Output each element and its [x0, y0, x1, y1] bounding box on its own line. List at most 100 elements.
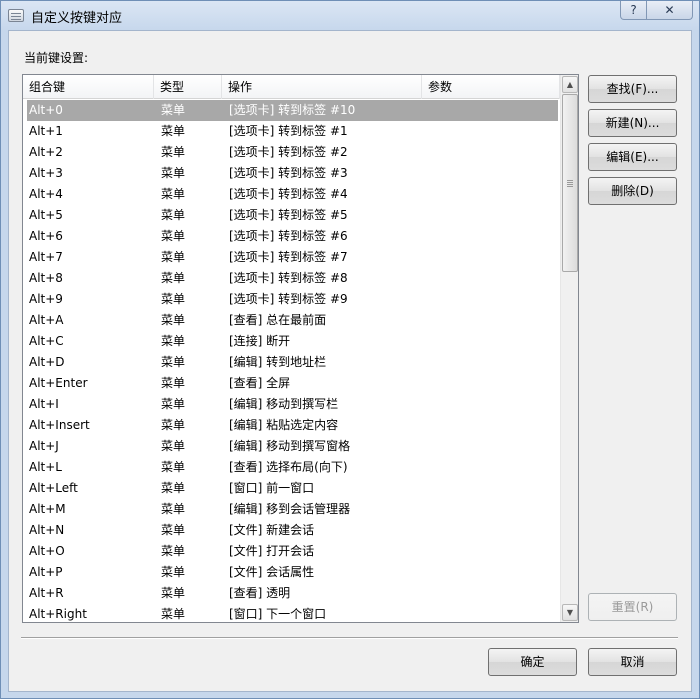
param-cell: [426, 436, 558, 457]
edit-button[interactable]: 编辑(E)...: [588, 143, 677, 171]
action-cell: [编辑] 粘贴选定内容: [229, 418, 339, 432]
table-row[interactable]: Alt+A 菜单 [查看] 总在最前面: [27, 310, 558, 331]
action-cell: [查看] 选择布局(向下): [229, 460, 348, 474]
table-row[interactable]: Alt+6 菜单 [选项卡] 转到标签 #6: [27, 226, 558, 247]
key-cell: Alt+C: [29, 334, 64, 348]
param-cell: [426, 226, 558, 247]
column-header-type[interactable]: 类型: [154, 75, 222, 99]
type-cell: 菜单: [161, 565, 186, 579]
key-cell: Alt+D: [29, 355, 65, 369]
key-cell: Alt+7: [29, 250, 63, 264]
table-row[interactable]: Alt+3 菜单 [选项卡] 转到标签 #3: [27, 163, 558, 184]
param-cell: [426, 541, 558, 562]
title-bar[interactable]: 自定义按键对应 ? ✕: [1, 1, 699, 29]
param-cell: [426, 289, 558, 310]
table-row[interactable]: Alt+O 菜单 [文件] 打开会话: [27, 541, 558, 562]
key-cell: Alt+Insert: [29, 418, 90, 432]
table-row[interactable]: Alt+8 菜单 [选项卡] 转到标签 #8: [27, 268, 558, 289]
table-row[interactable]: Alt+R 菜单 [查看] 透明: [27, 583, 558, 604]
param-cell: [426, 100, 558, 121]
table-row[interactable]: Alt+Insert 菜单 [编辑] 粘贴选定内容: [27, 415, 558, 436]
key-cell: Alt+9: [29, 292, 63, 306]
type-cell: 菜单: [161, 502, 186, 516]
table-row[interactable]: Alt+0 菜单 [选项卡] 转到标签 #10: [27, 100, 558, 121]
param-cell: [426, 247, 558, 268]
reset-button[interactable]: 重置(R): [588, 593, 677, 621]
action-cell: [编辑] 移动到撰写窗格: [229, 439, 351, 453]
list-rows: Alt+0 菜单 [选项卡] 转到标签 #10 Alt+1 菜单 [选项卡] 转到标签 #…: [27, 100, 558, 622]
key-cell: Alt+M: [29, 502, 66, 516]
table-row[interactable]: Alt+5 菜单 [选项卡] 转到标签 #5: [27, 205, 558, 226]
help-button[interactable]: ?: [620, 1, 647, 20]
scrollbar-thumb[interactable]: [562, 94, 578, 272]
window-title: 自定义按键对应: [31, 11, 123, 26]
vertical-scrollbar[interactable]: ▲ ▼: [560, 75, 578, 622]
find-button[interactable]: 查找(F)...: [588, 75, 677, 103]
column-header-param[interactable]: 参数: [422, 75, 560, 99]
new-button[interactable]: 新建(N)...: [588, 109, 677, 137]
action-cell: [选项卡] 转到标签 #7: [229, 250, 348, 264]
scroll-up-icon[interactable]: ▲: [562, 76, 578, 93]
param-cell: [426, 331, 558, 352]
type-cell: 菜单: [161, 523, 186, 537]
key-cell: Alt+P: [29, 565, 63, 579]
table-row[interactable]: Alt+4 菜单 [选项卡] 转到标签 #4: [27, 184, 558, 205]
type-cell: 菜单: [161, 334, 186, 348]
table-row[interactable]: Alt+M 菜单 [编辑] 移到会话管理器: [27, 499, 558, 520]
table-row[interactable]: Alt+N 菜单 [文件] 新建会话: [27, 520, 558, 541]
param-cell: [426, 562, 558, 583]
param-cell: [426, 520, 558, 541]
action-cell: [文件] 会话属性: [229, 565, 315, 579]
table-row[interactable]: Alt+L 菜单 [查看] 选择布局(向下): [27, 457, 558, 478]
action-cell: [编辑] 移到会话管理器: [229, 502, 351, 516]
action-cell: [连接] 断开: [229, 334, 291, 348]
key-mapping-list[interactable]: 组合键 类型 操作 参数 Alt+0 菜单 [选项卡] 转到标签 #10 Alt+1 菜…: [22, 74, 579, 623]
key-cell: Alt+2: [29, 145, 63, 159]
table-row[interactable]: Alt+9 菜单 [选项卡] 转到标签 #9: [27, 289, 558, 310]
title-buttons: ? ✕: [620, 1, 693, 21]
type-cell: 菜单: [161, 544, 186, 558]
action-cell: [编辑] 转到地址栏: [229, 355, 327, 369]
table-row[interactable]: Alt+Left 菜单 [窗口] 前一窗口: [27, 478, 558, 499]
cancel-button[interactable]: 取消: [588, 648, 677, 676]
type-cell: 菜单: [161, 313, 186, 327]
param-cell: [426, 499, 558, 520]
action-cell: [选项卡] 转到标签 #5: [229, 208, 348, 222]
table-row[interactable]: Alt+I 菜单 [编辑] 移动到撰写栏: [27, 394, 558, 415]
action-cell: [选项卡] 转到标签 #9: [229, 292, 348, 306]
param-cell: [426, 457, 558, 478]
key-cell: Alt+5: [29, 208, 63, 222]
table-row[interactable]: Alt+J 菜单 [编辑] 移动到撰写窗格: [27, 436, 558, 457]
ok-button[interactable]: 确定: [488, 648, 577, 676]
table-row[interactable]: Alt+7 菜单 [选项卡] 转到标签 #7: [27, 247, 558, 268]
type-cell: 菜单: [161, 481, 186, 495]
table-row[interactable]: Alt+C 菜单 [连接] 断开: [27, 331, 558, 352]
table-row[interactable]: Alt+1 菜单 [选项卡] 转到标签 #1: [27, 121, 558, 142]
action-cell: [查看] 全屏: [229, 376, 291, 390]
action-cell: [选项卡] 转到标签 #8: [229, 271, 348, 285]
action-cell: [选项卡] 转到标签 #10: [229, 103, 356, 117]
key-cell: Alt+J: [29, 439, 59, 453]
column-header-action[interactable]: 操作: [222, 75, 422, 99]
key-cell: Alt+A: [29, 313, 64, 327]
key-cell: Alt+Enter: [29, 376, 88, 390]
table-row[interactable]: Alt+Enter 菜单 [查看] 全屏: [27, 373, 558, 394]
close-button[interactable]: ✕: [647, 1, 693, 20]
scroll-down-icon[interactable]: ▼: [562, 604, 578, 621]
table-row[interactable]: Alt+2 菜单 [选项卡] 转到标签 #2: [27, 142, 558, 163]
table-row[interactable]: Alt+Right 菜单 [窗口] 下一个窗口: [27, 604, 558, 622]
key-cell: Alt+Left: [29, 481, 78, 495]
table-row[interactable]: Alt+P 菜单 [文件] 会话属性: [27, 562, 558, 583]
param-cell: [426, 163, 558, 184]
key-cell: Alt+N: [29, 523, 65, 537]
type-cell: 菜单: [161, 397, 186, 411]
param-cell: [426, 415, 558, 436]
action-cell: [窗口] 下一个窗口: [229, 607, 327, 621]
key-cell: Alt+O: [29, 544, 65, 558]
action-cell: [文件] 新建会话: [229, 523, 315, 537]
delete-button[interactable]: 删除(D): [588, 177, 677, 205]
column-header-key[interactable]: 组合键: [23, 75, 154, 99]
param-cell: [426, 184, 558, 205]
grip-icon: [567, 180, 573, 181]
table-row[interactable]: Alt+D 菜单 [编辑] 转到地址栏: [27, 352, 558, 373]
